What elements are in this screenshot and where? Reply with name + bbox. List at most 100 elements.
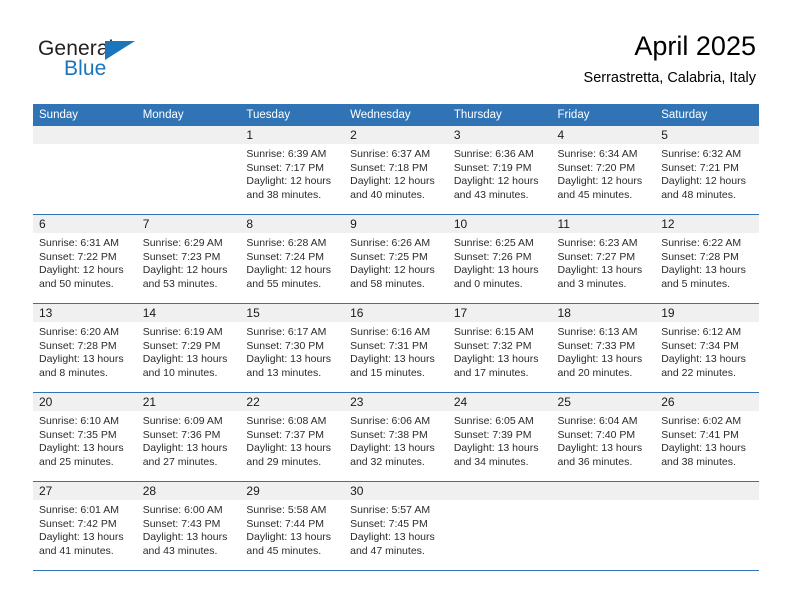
- calendar-day-cell[interactable]: 16 Sunrise: 6:16 AM Sunset: 7:31 PM Dayligh…: [344, 303, 448, 393]
- day-details: Sunrise: 6:20 AM Sunset: 7:28 PM Daylight:…: [33, 322, 137, 380]
- sunset-text: Sunset: 7:42 PM: [39, 517, 117, 530]
- page-title: April 2025: [634, 31, 756, 61]
- weekday-header-friday: Friday: [551, 104, 656, 126]
- day-number: 21: [136, 393, 241, 411]
- day-details: Sunrise: 6:12 AM Sunset: 7:34 PM Daylight:…: [655, 322, 759, 380]
- day-details: Sunrise: 6:26 AM Sunset: 7:25 PM Daylight:…: [344, 233, 448, 291]
- daylight-text: Daylight: 13 hours and 13 minutes.: [246, 353, 332, 379]
- calendar-day-cell[interactable]: 18 Sunrise: 6:13 AM Sunset: 7:33 PM Dayligh…: [551, 303, 656, 393]
- day-number: 23: [344, 393, 448, 411]
- daylight-text: Daylight: 12 hours and 48 minutes.: [661, 175, 746, 201]
- calendar-day-cell[interactable]: 14 Sunrise: 6:19 AM Sunset: 7:29 PM Dayligh…: [136, 303, 241, 393]
- calendar-day-cell[interactable]: 4 Sunrise: 6:34 AM Sunset: 7:20 PM Daylight…: [551, 126, 656, 215]
- brand-logo: General Blue: [38, 38, 158, 84]
- daylight-text: Daylight: 12 hours and 45 minutes.: [557, 175, 643, 201]
- calendar-day-cell[interactable]: 10 Sunrise: 6:25 AM Sunset: 7:26 PM Dayligh…: [447, 214, 552, 304]
- day-details: Sunrise: 6:22 AM Sunset: 7:28 PM Daylight:…: [655, 233, 759, 291]
- day-details: Sunrise: 6:31 AM Sunset: 7:22 PM Daylight:…: [33, 233, 137, 291]
- day-details: Sunrise: 6:17 AM Sunset: 7:30 PM Daylight:…: [240, 322, 344, 380]
- calendar-day-cell[interactable]: 21 Sunrise: 6:09 AM Sunset: 7:36 PM Dayligh…: [136, 392, 241, 482]
- day-number: 26: [655, 393, 759, 411]
- calendar-day-cell[interactable]: 27 Sunrise: 6:01 AM Sunset: 7:42 PM Dayligh…: [33, 481, 137, 571]
- daylight-text: Daylight: 13 hours and 34 minutes.: [453, 442, 539, 468]
- sunset-text: Sunset: 7:27 PM: [557, 250, 636, 263]
- weekday-header-thursday: Thursday: [447, 104, 552, 126]
- calendar-day-cell[interactable]: 20 Sunrise: 6:10 AM Sunset: 7:35 PM Dayligh…: [33, 392, 137, 482]
- day-number: 8: [240, 215, 345, 233]
- sunrise-text: Sunrise: 6:36 AM: [453, 148, 534, 160]
- calendar-day-cell[interactable]: 25 Sunrise: 6:04 AM Sunset: 7:40 PM Dayligh…: [551, 392, 656, 482]
- calendar-table: Sunday Monday Tuesday Wednesday Thursday…: [33, 104, 759, 571]
- daylight-text: Daylight: 13 hours and 10 minutes.: [142, 353, 228, 379]
- weekday-header-wednesday: Wednesday: [344, 104, 448, 126]
- daylight-text: Daylight: 12 hours and 53 minutes.: [142, 264, 228, 290]
- sunset-text: Sunset: 7:25 PM: [350, 250, 428, 263]
- calendar-day-cell[interactable]: 8 Sunrise: 6:28 AM Sunset: 7:24 PM Daylight…: [240, 214, 345, 304]
- calendar-day-cell[interactable]: 15 Sunrise: 6:17 AM Sunset: 7:30 PM Dayligh…: [240, 303, 345, 393]
- sunset-text: Sunset: 7:44 PM: [246, 517, 325, 530]
- sunrise-text: Sunrise: 6:28 AM: [246, 237, 327, 249]
- calendar-day-cell[interactable]: 2 Sunrise: 6:37 AM Sunset: 7:18 PM Daylight…: [344, 126, 448, 215]
- sunrise-text: Sunrise: 6:09 AM: [142, 415, 223, 427]
- day-details: Sunrise: 6:01 AM Sunset: 7:42 PM Daylight:…: [33, 500, 137, 558]
- calendar-day-cell[interactable]: 24 Sunrise: 6:05 AM Sunset: 7:39 PM Dayligh…: [447, 392, 552, 482]
- calendar-day-cell[interactable]: 30 Sunrise: 5:57 AM Sunset: 7:45 PM Dayligh…: [344, 481, 448, 571]
- daylight-text: Daylight: 13 hours and 27 minutes.: [142, 442, 228, 468]
- day-number: [33, 126, 137, 144]
- day-number: 28: [136, 482, 241, 500]
- sunrise-text: Sunrise: 6:34 AM: [557, 148, 638, 160]
- day-number: 27: [33, 482, 137, 500]
- calendar-day-cell[interactable]: 28 Sunrise: 6:00 AM Sunset: 7:43 PM Dayligh…: [136, 481, 241, 571]
- daylight-text: Daylight: 13 hours and 5 minutes.: [661, 264, 746, 290]
- day-details: Sunrise: 6:37 AM Sunset: 7:18 PM Daylight:…: [344, 144, 448, 202]
- calendar-day-cell[interactable]: 29 Sunrise: 5:58 AM Sunset: 7:44 PM Dayligh…: [240, 481, 345, 571]
- day-number: 25: [551, 393, 656, 411]
- sunset-text: Sunset: 7:37 PM: [246, 428, 325, 441]
- day-number: 16: [344, 304, 448, 322]
- sunrise-text: Sunrise: 6:17 AM: [246, 326, 327, 338]
- calendar-day-cell[interactable]: 9 Sunrise: 6:26 AM Sunset: 7:25 PM Daylight…: [344, 214, 448, 304]
- calendar-day-cell[interactable]: 12 Sunrise: 6:22 AM Sunset: 7:28 PM Dayligh…: [655, 214, 759, 304]
- day-details: Sunrise: 6:29 AM Sunset: 7:23 PM Daylight:…: [137, 233, 241, 291]
- day-number: [655, 482, 759, 500]
- calendar-day-cell[interactable]: 7 Sunrise: 6:29 AM Sunset: 7:23 PM Daylight…: [136, 214, 241, 304]
- day-number: 3: [447, 126, 552, 144]
- daylight-text: Daylight: 12 hours and 55 minutes.: [246, 264, 332, 290]
- day-details: Sunrise: 5:58 AM Sunset: 7:44 PM Daylight:…: [240, 500, 344, 558]
- calendar-day-cell[interactable]: 5 Sunrise: 6:32 AM Sunset: 7:21 PM Daylight…: [655, 126, 759, 215]
- title-block: April 2025 Serrastretta, Calabria, Italy: [584, 30, 756, 87]
- sunset-text: Sunset: 7:23 PM: [142, 250, 221, 263]
- calendar-day-cell[interactable]: 22 Sunrise: 6:08 AM Sunset: 7:37 PM Dayligh…: [240, 392, 345, 482]
- calendar-day-cell[interactable]: 6 Sunrise: 6:31 AM Sunset: 7:22 PM Daylight…: [33, 214, 137, 304]
- sunset-text: Sunset: 7:28 PM: [39, 339, 117, 352]
- daylight-text: Daylight: 13 hours and 45 minutes.: [246, 531, 332, 557]
- calendar-page: General Blue April 2025 Serrastretta, Ca…: [0, 0, 792, 612]
- calendar-day-cell[interactable]: 11 Sunrise: 6:23 AM Sunset: 7:27 PM Dayligh…: [551, 214, 656, 304]
- calendar-day-cell-empty: [551, 481, 656, 571]
- day-number: 29: [240, 482, 345, 500]
- sunset-text: Sunset: 7:38 PM: [350, 428, 428, 441]
- day-details: Sunrise: 6:02 AM Sunset: 7:41 PM Daylight:…: [655, 411, 759, 469]
- sunrise-text: Sunrise: 5:57 AM: [350, 504, 431, 516]
- sunrise-text: Sunrise: 6:12 AM: [661, 326, 742, 338]
- daylight-text: Daylight: 13 hours and 8 minutes.: [39, 353, 124, 379]
- day-details: Sunrise: 6:00 AM Sunset: 7:43 PM Daylight:…: [137, 500, 241, 558]
- calendar-day-cell[interactable]: 1 Sunrise: 6:39 AM Sunset: 7:17 PM Daylight…: [240, 126, 345, 215]
- daylight-text: Daylight: 13 hours and 3 minutes.: [557, 264, 643, 290]
- calendar-day-cell[interactable]: 3 Sunrise: 6:36 AM Sunset: 7:19 PM Daylight…: [447, 126, 552, 215]
- weekday-header-saturday: Saturday: [655, 104, 759, 126]
- weekday-header-tuesday: Tuesday: [240, 104, 345, 126]
- calendar-day-cell[interactable]: 23 Sunrise: 6:06 AM Sunset: 7:38 PM Dayligh…: [344, 392, 448, 482]
- calendar-day-cell[interactable]: 13 Sunrise: 6:20 AM Sunset: 7:28 PM Dayligh…: [33, 303, 137, 393]
- day-details: Sunrise: 6:16 AM Sunset: 7:31 PM Daylight:…: [344, 322, 448, 380]
- sunrise-text: Sunrise: 6:10 AM: [39, 415, 119, 427]
- calendar-day-cell[interactable]: 17 Sunrise: 6:15 AM Sunset: 7:32 PM Dayligh…: [447, 303, 552, 393]
- day-number: [447, 482, 552, 500]
- calendar-day-cell[interactable]: 26 Sunrise: 6:02 AM Sunset: 7:41 PM Dayligh…: [655, 392, 759, 482]
- day-number: 14: [136, 304, 241, 322]
- day-number: 10: [447, 215, 552, 233]
- calendar-day-cell[interactable]: 19 Sunrise: 6:12 AM Sunset: 7:34 PM Dayligh…: [655, 303, 759, 393]
- day-number: 19: [655, 304, 759, 322]
- calendar-day-cell-empty: [447, 481, 552, 571]
- day-number: 24: [447, 393, 552, 411]
